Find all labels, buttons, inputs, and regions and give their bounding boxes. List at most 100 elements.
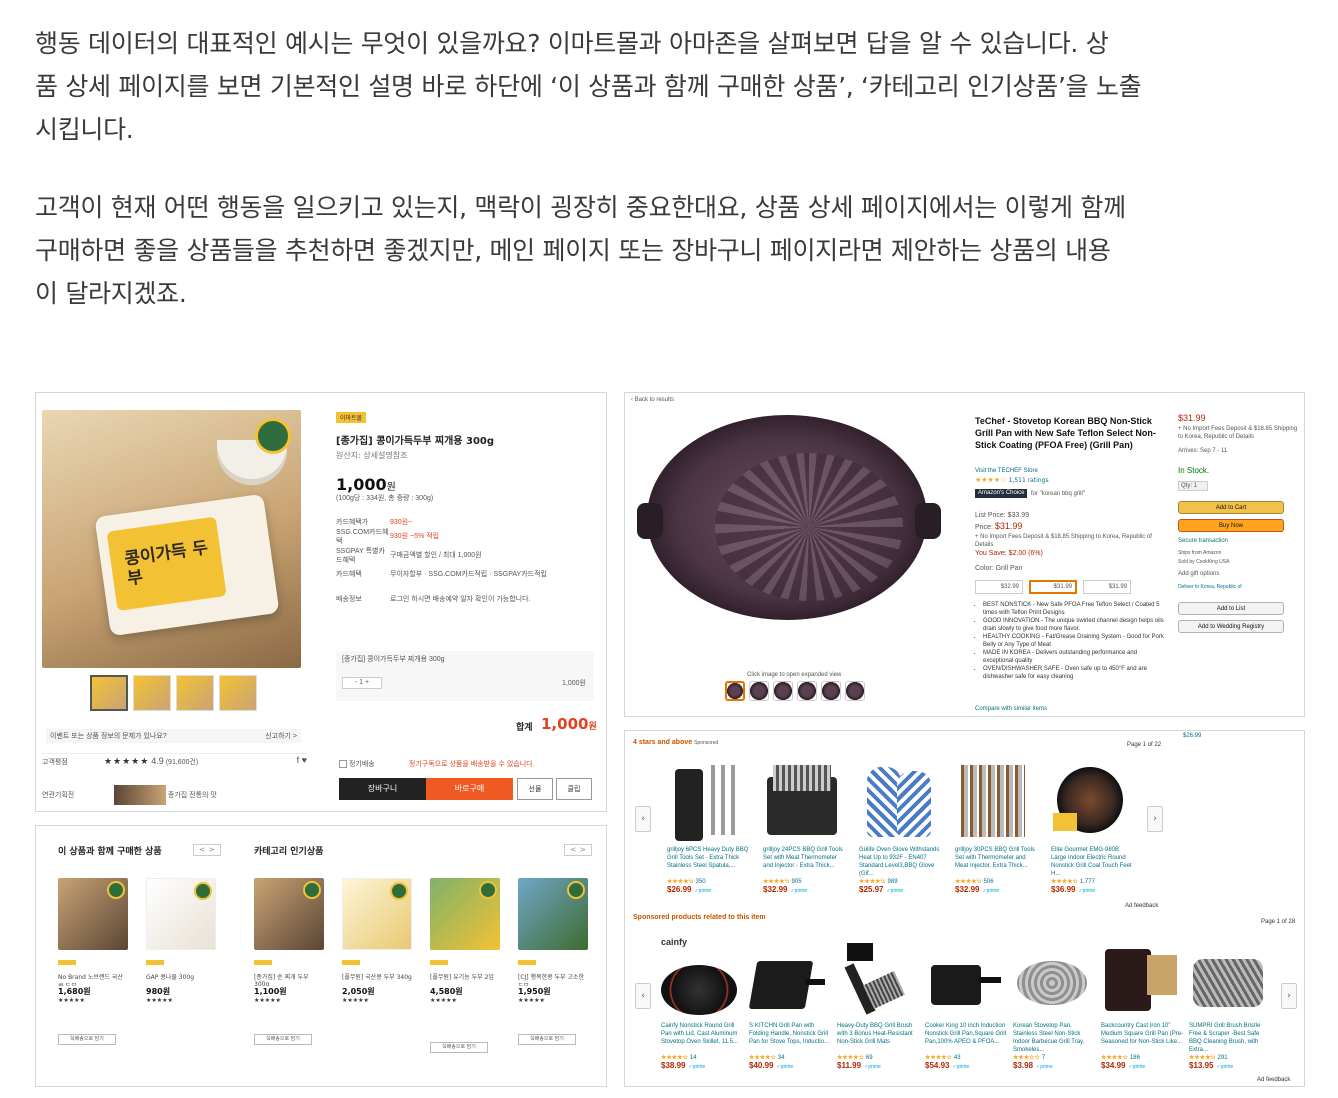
reco-item[interactable]: [풀무원] 유기농 두부 2입 4,580원 ★★★★★ 쓱배송으로 담기: [430, 878, 500, 1053]
amazon-reco-card[interactable]: Heavy-Duty BBQ Grill Brush with 3 Bonus …: [837, 937, 921, 1070]
reco-name[interactable]: [풀무원] 국산콩 두부 340g: [342, 972, 412, 986]
variant-option-selected[interactable]: $31.99: [1029, 580, 1077, 594]
thumbnail-1[interactable]: [90, 675, 128, 711]
cart-button[interactable]: 장바구니: [339, 778, 426, 800]
amazon-reco-card[interactable]: Cooker King 10 inch Induction Nonstick G…: [925, 937, 1009, 1070]
reco-image[interactable]: [146, 878, 216, 950]
report-link[interactable]: 신고하기 >: [265, 732, 297, 741]
secure-transaction[interactable]: Secure transaction: [1178, 537, 1298, 546]
card-name[interactable]: Cooker King 10 inch Induction Nonstick G…: [925, 1022, 1009, 1054]
amazon-reco-card[interactable]: Korean Stovetop Pan, Stainless Steel Non…: [1013, 937, 1097, 1070]
card-image[interactable]: [1101, 937, 1177, 1017]
card-image[interactable]: [667, 761, 743, 841]
reco-image[interactable]: [58, 878, 128, 950]
deliver-to[interactable]: Deliver to Korea, Republic of: [1178, 583, 1298, 592]
card-name[interactable]: Cainfy Nonstick Round Grill Pan with Lid…: [661, 1022, 745, 1054]
carousel-prev-icon[interactable]: ‹: [635, 983, 651, 1009]
card-name[interactable]: Korean Stovetop Pan, Stainless Steel Non…: [1013, 1022, 1097, 1054]
card-image[interactable]: [1051, 761, 1127, 841]
carousel-next-icon[interactable]: ›: [1147, 806, 1163, 832]
reco-name[interactable]: [종가집] 순 찌개 두부 300g: [254, 972, 324, 986]
reco-image[interactable]: [430, 878, 500, 950]
amazon-reco-card[interactable]: cainfy Cainfy Nonstick Round Grill Pan w…: [661, 937, 745, 1070]
card-name[interactable]: SUMPRI Grill Brush Bristle Free & Scrape…: [1189, 1022, 1273, 1054]
store-link[interactable]: Visit the TECHEF Store: [975, 468, 1038, 474]
amazon-thumbnail-1[interactable]: [725, 681, 745, 701]
amazon-reco-card[interactable]: grilljoy 6PCS Heavy Duty BBQ Grill Tools…: [667, 761, 751, 894]
add-to-list-button[interactable]: Add to List: [1178, 602, 1284, 615]
card-image[interactable]: [748, 937, 825, 1017]
card-name[interactable]: Elite Gourmet EMG-980B Large Indoor Elec…: [1051, 846, 1135, 878]
reco-name[interactable]: [풀무원] 유기농 두부 2입: [430, 972, 500, 986]
amazon-reco-card[interactable]: Gülife Oven Glove Withstands Heat Up to …: [859, 761, 943, 894]
share-icons[interactable]: f ♥: [297, 754, 307, 765]
card-image[interactable]: [763, 761, 839, 841]
amazon-thumbnail-5[interactable]: [821, 681, 841, 701]
amazon-reco-card[interactable]: Backcountry Cast Iron 10" Medium Square …: [1101, 937, 1185, 1070]
card-name[interactable]: Heavy-Duty BBQ Grill Brush with 3 Bonus …: [837, 1022, 921, 1054]
amazon-reco-card[interactable]: Elite Gourmet EMG-980B Large Indoor Elec…: [1051, 761, 1135, 894]
reco-item[interactable]: GAP 콩나물 300g 980원 ★★★★★: [146, 878, 216, 1004]
reco-item[interactable]: [CJ] 행복한콩 두부 고소한 두부 1,950원 ★★★★★ 쓱배송으로 담…: [518, 878, 588, 1045]
card-image[interactable]: [955, 761, 1031, 841]
subscribe-checkbox[interactable]: [339, 760, 347, 769]
ssg-delivery-button[interactable]: 쓱배송으로 담기: [254, 1034, 312, 1045]
quantity-select[interactable]: Qty: 1: [1178, 481, 1208, 491]
amazon-thumbnail-3[interactable]: [773, 681, 793, 701]
variant-option[interactable]: $32.99: [975, 580, 1023, 594]
card-image[interactable]: [1189, 937, 1265, 1017]
thumbnail-3[interactable]: [176, 675, 214, 711]
card-name[interactable]: grilljoy 30PCS BBQ Grill Tools Set with …: [955, 846, 1039, 878]
partner-banner[interactable]: [113, 785, 166, 805]
thumbnail-2[interactable]: [133, 675, 171, 711]
ad-feedback-link[interactable]: Ad feedback: [1257, 1077, 1290, 1083]
variant-option[interactable]: $31.99: [1083, 580, 1131, 594]
reco-image[interactable]: [518, 878, 588, 950]
ad-feedback-link[interactable]: Ad feedback: [1125, 903, 1158, 909]
card-name[interactable]: S·KITCHN Grill Pan with Folding Handle, …: [749, 1022, 833, 1054]
reco-name[interactable]: No Brand 노브랜드 국산콩 두부: [58, 972, 128, 986]
card-name[interactable]: Backcountry Cast Iron 10" Medium Square …: [1101, 1022, 1185, 1054]
amazon-reco-card[interactable]: grilljoy 30PCS BBQ Grill Tools Set with …: [955, 761, 1039, 894]
back-to-results-link[interactable]: ‹ Back to results: [631, 396, 674, 405]
quantity-stepper[interactable]: - 1 +: [342, 677, 382, 689]
reco-item[interactable]: [종가집] 순 찌개 두부 300g 1,100원 ★★★★★ 쓱배송으로 담기: [254, 878, 324, 1045]
ssg-delivery-button[interactable]: 쓱배송으로 담기: [430, 1042, 488, 1053]
reco-image[interactable]: [254, 878, 324, 950]
buy-now-button[interactable]: Buy Now: [1178, 519, 1284, 532]
ssg-delivery-button[interactable]: 쓱배송으로 담기: [518, 1034, 576, 1045]
card-name[interactable]: grilljoy 24PCS BBQ Grill Tools Set with …: [763, 846, 847, 878]
amazon-reco-card[interactable]: grilljoy 24PCS BBQ Grill Tools Set with …: [763, 761, 847, 894]
ssg-delivery-button[interactable]: 쓱배송으로 담기: [58, 1034, 116, 1045]
card-image[interactable]: [925, 937, 1001, 1017]
carousel-prev-icon[interactable]: ‹: [635, 806, 651, 832]
reco-name[interactable]: GAP 콩나물 300g: [146, 972, 216, 986]
reco-name[interactable]: [CJ] 행복한콩 두부 고소한 두부: [518, 972, 588, 986]
pager-bought-together[interactable]: < >: [193, 844, 221, 856]
clip-button[interactable]: 클립: [556, 778, 592, 800]
card-name[interactable]: Gülife Oven Glove Withstands Heat Up to …: [859, 846, 943, 878]
thumbnail-4[interactable]: [219, 675, 257, 711]
card-image[interactable]: [859, 761, 935, 841]
pager-popular[interactable]: < >: [564, 844, 592, 856]
add-to-cart-button[interactable]: Add to Cart: [1178, 501, 1284, 514]
card-image[interactable]: [1013, 937, 1089, 1017]
amazon-thumbnail-6[interactable]: [845, 681, 865, 701]
amazon-thumbnail-2[interactable]: [749, 681, 769, 701]
amazon-thumbnail-4[interactable]: [797, 681, 817, 701]
carousel-next-icon[interactable]: ›: [1281, 983, 1297, 1009]
card-image[interactable]: [837, 937, 913, 1017]
gift-options[interactable]: Add gift options: [1178, 570, 1298, 579]
ratings-count[interactable]: 1,511 ratings: [1009, 477, 1049, 484]
card-image[interactable]: cainfy: [661, 937, 737, 1017]
reco-item[interactable]: [풀무원] 국산콩 두부 340g 2,050원 ★★★★★: [342, 878, 412, 1004]
gift-button[interactable]: 선물: [517, 778, 553, 800]
buy-now-button[interactable]: 바로구매: [426, 778, 513, 800]
amazon-reco-card[interactable]: S·KITCHN Grill Pan with Folding Handle, …: [748, 937, 833, 1070]
add-to-registry-button[interactable]: Add to Wedding Registry: [1178, 620, 1284, 633]
reco-item[interactable]: No Brand 노브랜드 국산콩 두부 1,680원 ★★★★★ 쓱배송으로 …: [58, 878, 128, 1045]
compare-link[interactable]: Compare with similar items: [975, 705, 1047, 714]
amazon-reco-card[interactable]: SUMPRI Grill Brush Bristle Free & Scrape…: [1189, 937, 1273, 1070]
card-name[interactable]: grilljoy 6PCS Heavy Duty BBQ Grill Tools…: [667, 846, 751, 878]
reco-image[interactable]: [342, 878, 412, 950]
